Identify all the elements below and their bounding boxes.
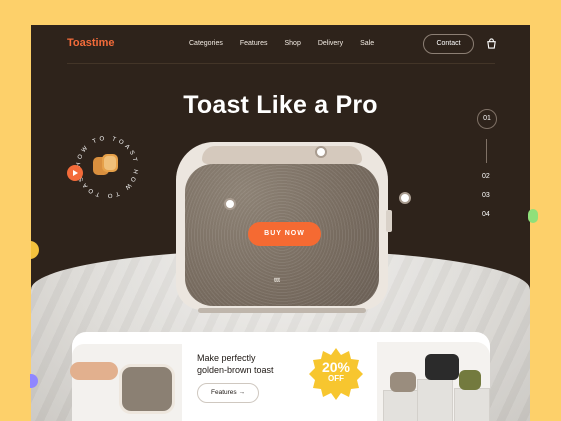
nav-divider xyxy=(67,63,495,64)
slide-active[interactable]: 01 xyxy=(477,109,497,129)
discount-badge: 20% OFF xyxy=(308,346,364,402)
nav-links: Categories Features Shop Delivery Sale xyxy=(189,40,374,47)
features-label: Features xyxy=(211,389,237,396)
contact-button[interactable]: Contact xyxy=(423,34,474,54)
promo-card: Make perfectly golden-brown toast Featur… xyxy=(70,332,490,421)
hotspot-top[interactable] xyxy=(315,146,327,158)
product-logo: ttt xyxy=(274,278,280,284)
app-frame: Toastime Categories Features Shop Delive… xyxy=(31,25,530,421)
features-button[interactable]: Features → xyxy=(197,383,259,403)
hotspot-right[interactable] xyxy=(399,192,411,204)
toast-icon xyxy=(93,154,118,175)
arrow-right-icon: → xyxy=(238,389,245,396)
slide-04[interactable]: 04 xyxy=(482,211,490,218)
shopping-bag-icon[interactable] xyxy=(486,38,497,49)
product-variants-image xyxy=(377,342,490,421)
decorative-dot xyxy=(31,241,39,259)
promo-line-1: Make perfectly xyxy=(197,353,256,363)
promo-text: Make perfectly golden-brown toast xyxy=(197,352,292,376)
buy-now-button[interactable]: BUY NOW xyxy=(248,222,321,246)
hotspot-left[interactable] xyxy=(224,198,236,210)
nav-link-shop[interactable]: Shop xyxy=(284,40,300,47)
brand-logo[interactable]: Toastime xyxy=(67,37,114,49)
nav-link-features[interactable]: Features xyxy=(240,40,268,47)
promo-line-2: golden-brown toast xyxy=(197,365,274,375)
slide-02[interactable]: 02 xyxy=(482,173,490,180)
slide-03[interactable]: 03 xyxy=(482,192,490,199)
discount-value: 20% xyxy=(321,359,351,375)
promo-image xyxy=(70,344,182,421)
hero-headline: Toast Like a Pro xyxy=(183,91,378,119)
top-nav: Toastime Categories Features Shop Delive… xyxy=(31,25,530,63)
slide-progress-line xyxy=(486,139,487,163)
nav-link-delivery[interactable]: Delivery xyxy=(318,40,343,47)
play-icon[interactable] xyxy=(67,165,83,181)
discount-label: OFF xyxy=(328,374,344,383)
nav-link-sale[interactable]: Sale xyxy=(360,40,374,47)
slide-pagination: 01 02 03 04 xyxy=(477,109,501,249)
nav-link-categories[interactable]: Categories xyxy=(189,40,223,47)
decorative-dot-green xyxy=(528,209,538,223)
